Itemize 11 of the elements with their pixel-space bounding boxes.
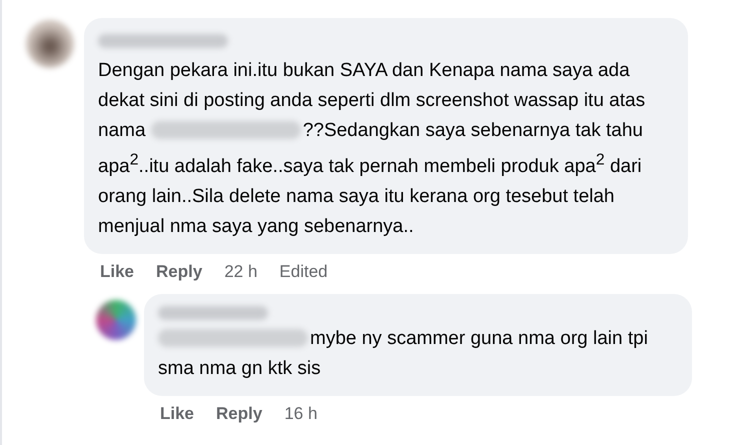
like-link[interactable]: Like — [160, 404, 194, 424]
comment-text: Dengan pekara ini.itu bukan SAYA dan Kenapa nama saya ada dekat sini di posting anda seperti dlm screenshot wassap itu atas nama ??Sedangkan saya sebenarnya tak tahu apa$^{2}$..itu adalah fake..saya tak pernah membeli produk apa$^{2}$ dari orang lain..Sila delete nama saya itu kerana org tesebut telah menjual nma saya yang sebenarnya.. — [98, 59, 646, 240]
reply-link[interactable]: Reply — [156, 262, 202, 282]
edited-label: Edited — [279, 262, 328, 282]
reply-link[interactable]: Reply — [216, 404, 262, 424]
avatar[interactable] — [26, 20, 74, 68]
timestamp: 22 h — [224, 262, 258, 282]
timestamp: 16 h — [284, 404, 318, 424]
comment-text: mybe ny scammer guna nma org lain tpi sma nma gn ktk sis — [158, 327, 649, 382]
avatar[interactable] — [96, 300, 136, 340]
like-link[interactable]: Like — [100, 262, 134, 282]
